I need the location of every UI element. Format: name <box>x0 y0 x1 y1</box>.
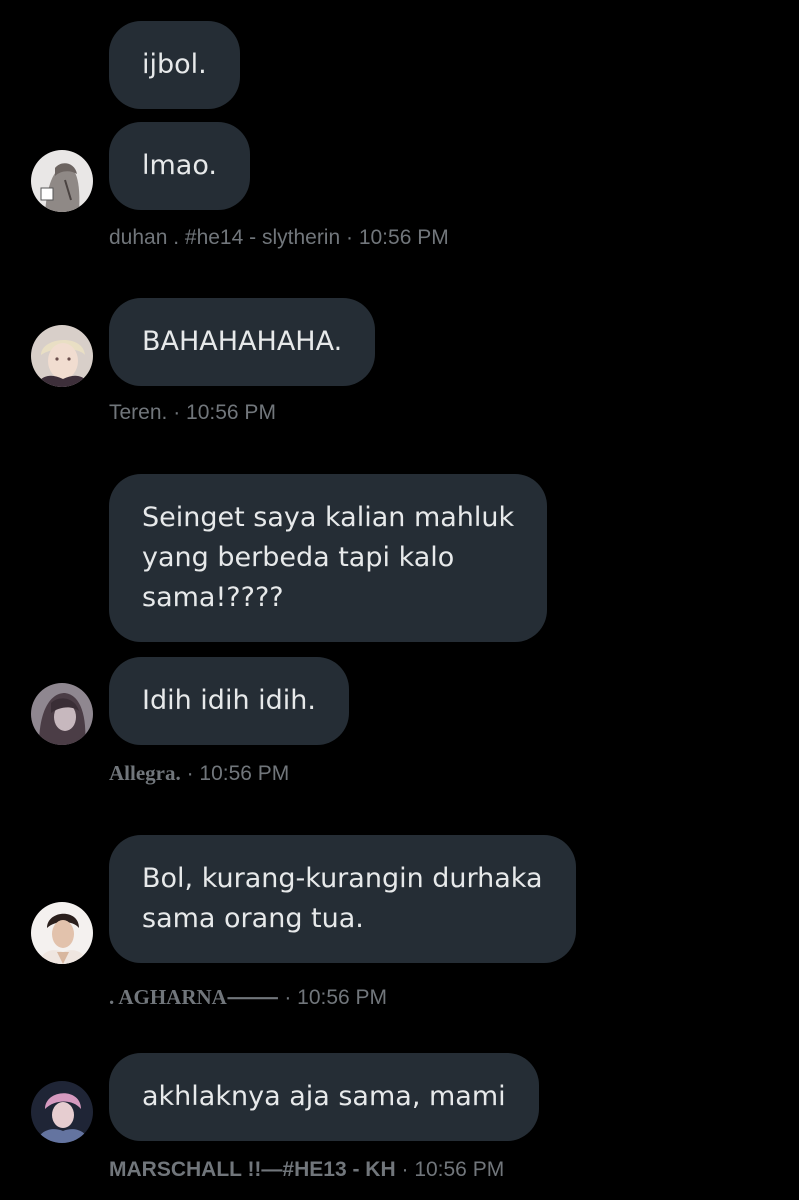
message-bubble[interactable]: Idih idih idih. <box>109 657 349 745</box>
sender-name[interactable]: Allegra. <box>109 761 181 785</box>
timestamp[interactable]: 10:56 PM <box>186 401 276 424</box>
message-text: lmao. <box>142 150 217 181</box>
meta-separator: · <box>395 1158 415 1181</box>
message-text-line: sama!???? <box>142 582 284 613</box>
message-text: Idih idih idih. <box>142 685 316 716</box>
avatar[interactable] <box>31 1081 93 1143</box>
sender-name[interactable]: duhan . #he14 - slytherin <box>109 226 340 249</box>
message-text-line: Bol, kurang-kurangin durhaka <box>142 863 543 894</box>
timestamp[interactable]: 10:56 PM <box>199 762 289 785</box>
message-text-line: yang berbeda tapi kalo <box>142 542 455 573</box>
message-text: akhlaknya aja sama, mami <box>142 1081 506 1112</box>
message-meta: . AGHARNA⸻ · 10:56 PM <box>109 981 387 1011</box>
timestamp[interactable]: 10:56 PM <box>359 226 449 249</box>
message-bubble[interactable]: Seinget saya kalian mahluk yang berbeda … <box>109 474 548 642</box>
sender-name[interactable]: MARSCHALL !!—#HE13 - KH <box>109 1158 396 1181</box>
avatar[interactable] <box>31 325 93 387</box>
meta-separator: · <box>340 226 359 249</box>
avatar-image-icon <box>31 683 93 745</box>
timestamp[interactable]: 10:56 PM <box>297 986 387 1009</box>
message-bubble[interactable]: BAHAHAHAHA. <box>109 298 376 386</box>
message-text-line: sama orang tua. <box>142 903 364 934</box>
sender-name[interactable]: Teren. <box>109 401 167 424</box>
avatar[interactable] <box>31 683 93 745</box>
message-bubble[interactable]: ijbol. <box>109 21 240 109</box>
message-meta: MARSCHALL !!—#HE13 - KH · 10:56 PM <box>109 1158 504 1182</box>
avatar-image-icon <box>31 902 93 964</box>
message-bubble[interactable]: Bol, kurang-kurangin durhaka sama orang … <box>109 835 576 963</box>
avatar[interactable] <box>31 150 93 212</box>
message-text: ijbol. <box>142 49 207 80</box>
meta-separator: · <box>278 986 298 1009</box>
avatar[interactable] <box>31 902 93 964</box>
meta-separator: · <box>180 762 200 785</box>
avatar-image-icon <box>31 325 93 387</box>
avatar-image-icon <box>31 150 93 212</box>
message-meta: duhan . #he14 - slytherin · 10:56 PM <box>109 226 449 250</box>
message-text: BAHAHAHAHA. <box>142 326 343 357</box>
sender-name[interactable]: . AGHARNA⸻ <box>109 985 278 1009</box>
message-text-line: Seinget saya kalian mahluk <box>142 502 515 533</box>
timestamp[interactable]: 10:56 PM <box>414 1158 504 1181</box>
meta-separator: · <box>167 401 187 424</box>
avatar-image-icon <box>31 1081 93 1143</box>
message-meta: Teren. · 10:56 PM <box>109 401 276 425</box>
message-meta: Allegra. · 10:56 PM <box>109 761 289 786</box>
message-bubble[interactable]: akhlaknya aja sama, mami <box>109 1053 539 1141</box>
message-bubble[interactable]: lmao. <box>109 122 250 210</box>
